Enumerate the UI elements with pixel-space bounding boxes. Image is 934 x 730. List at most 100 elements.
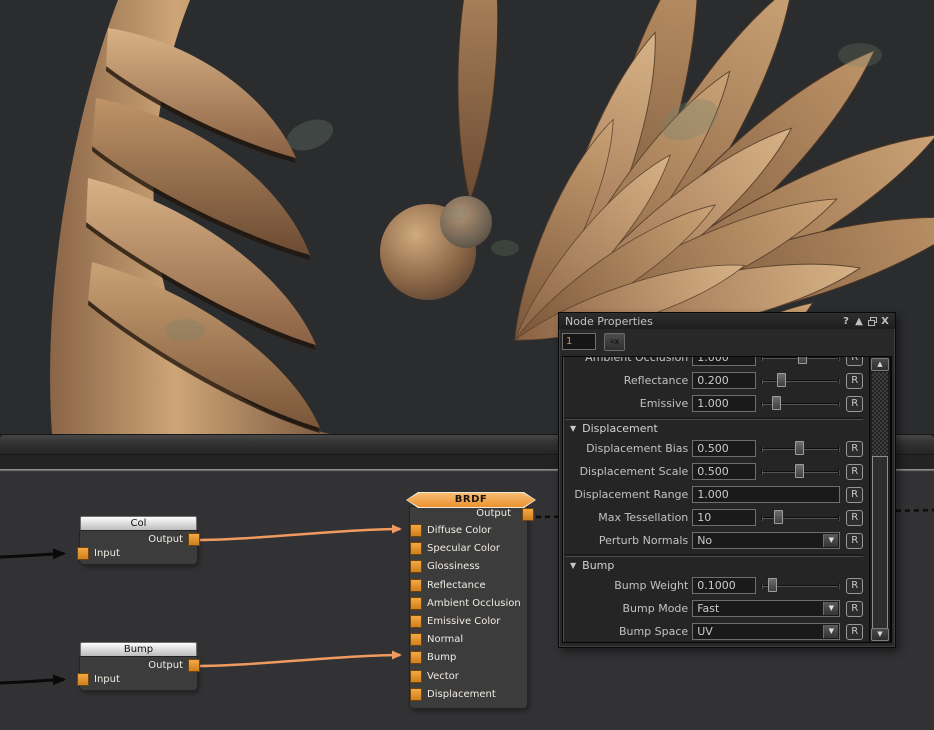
slider-thumb[interactable] — [798, 356, 807, 364]
node-col[interactable]: Col Output Input — [80, 516, 197, 564]
brdf-input-normal[interactable]: Normal — [410, 631, 527, 649]
panel-toolbar: ≡x — [559, 329, 895, 354]
brdf-input-bump[interactable]: Bump — [410, 649, 527, 667]
index-input[interactable] — [562, 333, 596, 350]
max-tessellation-slider[interactable] — [760, 509, 840, 526]
scroll-up-button[interactable]: ▲ — [871, 358, 889, 371]
slider-thumb[interactable] — [777, 373, 786, 387]
emissive-slider[interactable] — [760, 395, 840, 412]
emissive-field[interactable]: 1.000 — [692, 395, 756, 412]
displacement-scale-reset-button[interactable]: R — [846, 464, 863, 480]
brdf-input-label: Ambient Occlusion — [427, 598, 521, 609]
slider-thumb[interactable] — [768, 578, 777, 592]
brdf-input-specular-color[interactable]: Specular Color — [410, 540, 527, 558]
titlebar-buttons: ?▲ X — [839, 316, 891, 328]
panel-scrollbar[interactable]: ▲ ▼ — [869, 356, 891, 643]
dropdown-button[interactable]: ▼ — [823, 602, 838, 615]
brdf-ambient-occlusion-port[interactable] — [410, 597, 422, 610]
reflectance-label: Reflectance — [565, 374, 692, 387]
displacement-scale-field[interactable]: 0.500 — [692, 463, 756, 480]
section-displacement[interactable]: ▼Displacement — [565, 419, 863, 437]
brdf-glossiness-port[interactable] — [410, 560, 422, 573]
brdf-vector-port[interactable] — [410, 670, 422, 683]
brdf-bump-port[interactable] — [410, 651, 422, 664]
perturb-normals-label: Perturb Normals — [565, 534, 692, 547]
brdf-input-emissive-color[interactable]: Emissive Color — [410, 613, 527, 631]
slider-thumb[interactable] — [795, 441, 804, 455]
bump-mode-dropdown[interactable]: Fast▼ — [692, 600, 840, 617]
bump-space-dropdown[interactable]: UV▼ — [692, 623, 840, 640]
ambient-occlusion-field[interactable]: 1.000 — [692, 356, 756, 366]
bump-space-reset-button[interactable]: R — [846, 624, 863, 640]
node-brdf-title: BRDF — [407, 493, 535, 507]
col-input-port[interactable] — [77, 547, 89, 560]
displacement-bias-reset-button[interactable]: R — [846, 441, 863, 457]
restore-icon — [868, 317, 877, 326]
node-properties-panel[interactable]: Node Properties ?▲X ≡x Ambient Occlusion… — [558, 312, 896, 648]
displacement-range-field[interactable]: 1.000 — [692, 486, 840, 503]
scroll-down-button[interactable]: ▼ — [871, 628, 889, 641]
brdf-input-diffuse-color[interactable]: Diffuse Color — [410, 522, 527, 540]
bump-weight-slider[interactable] — [760, 577, 840, 594]
brdf-diffuse-color-port[interactable] — [410, 524, 422, 537]
control-row-bump-space: Bump SpaceUV▼ R — [565, 620, 863, 643]
perturb-normals-reset-button[interactable]: R — [846, 533, 863, 549]
section-bump[interactable]: ▼Bump — [565, 556, 863, 574]
bump-mode-reset-button[interactable]: R — [846, 601, 863, 617]
brdf-input-glossiness[interactable]: Glossiness — [410, 558, 527, 576]
brdf-input-ambient-occlusion[interactable]: Ambient Occlusion — [410, 595, 527, 613]
help-icon: ? — [840, 316, 852, 328]
bump-weight-reset-button[interactable]: R — [846, 578, 863, 594]
brdf-specular-color-port[interactable] — [410, 542, 422, 555]
restore-button[interactable] — [866, 316, 878, 328]
ambient-occlusion-slider[interactable] — [760, 356, 840, 366]
brdf-input-vector[interactable]: Vector — [410, 668, 527, 686]
ambient-occlusion-reset-button[interactable]: R — [846, 356, 863, 366]
reflectance-reset-button[interactable]: R — [846, 373, 863, 389]
dropdown-button[interactable]: ▼ — [823, 625, 838, 638]
scrollbar-thumb[interactable] — [872, 456, 888, 630]
reflectance-slider[interactable] — [760, 372, 840, 389]
brdf-input-reflectance[interactable]: Reflectance — [410, 577, 527, 595]
brdf-reflectance-port[interactable] — [410, 579, 422, 592]
node-bump[interactable]: Bump Output Input — [80, 642, 197, 690]
node-col-title[interactable]: Col — [80, 516, 197, 531]
index-tool-button[interactable]: ≡x — [604, 333, 625, 351]
bump-input-port[interactable] — [77, 673, 89, 686]
bump-output-port[interactable] — [188, 659, 200, 672]
displacement-bias-slider[interactable] — [760, 440, 840, 457]
reflectance-field[interactable]: 0.200 — [692, 372, 756, 389]
dropdown-button[interactable]: ▼ — [823, 534, 838, 547]
brdf-displacement-port[interactable] — [410, 688, 422, 701]
help-button[interactable]: ? — [840, 316, 852, 328]
slider-thumb[interactable] — [774, 510, 783, 524]
displacement-range-reset-button[interactable]: R — [846, 487, 863, 503]
collapse-button[interactable]: ▲ — [853, 316, 865, 328]
brdf-input-label: Normal — [427, 634, 463, 645]
displacement-scale-slider[interactable] — [760, 463, 840, 480]
node-bump-title[interactable]: Bump — [80, 642, 197, 657]
slider-thumb[interactable] — [772, 396, 781, 410]
node-brdf[interactable]: Output Diffuse ColorSpecular ColorGlossi… — [410, 507, 527, 708]
brdf-output-port[interactable] — [522, 508, 534, 521]
close-button[interactable]: X — [879, 316, 891, 328]
displacement-range-label: Displacement Range — [565, 488, 692, 501]
bump-space-label: Bump Space — [565, 625, 692, 638]
brdf-normal-port[interactable] — [410, 633, 422, 646]
dropdown-value: No — [697, 534, 712, 547]
displacement-bias-field[interactable]: 0.500 — [692, 440, 756, 457]
slider-thumb[interactable] — [795, 464, 804, 478]
max-tessellation-field[interactable]: 10 — [692, 509, 756, 526]
scrollbar-track[interactable] — [872, 372, 888, 627]
max-tessellation-reset-button[interactable]: R — [846, 510, 863, 526]
bump-mode-label: Bump Mode — [565, 602, 692, 615]
brdf-input-displacement[interactable]: Displacement — [410, 686, 527, 704]
perturb-normals-dropdown[interactable]: No ▼ — [692, 532, 840, 549]
panel-titlebar[interactable]: Node Properties ?▲X — [559, 313, 895, 329]
control-row-displacement-scale: Displacement Scale0.500R — [565, 460, 863, 483]
col-output-port[interactable] — [188, 533, 200, 546]
bump-weight-field[interactable]: 0.1000 — [692, 577, 756, 594]
brdf-emissive-color-port[interactable] — [410, 615, 422, 628]
emissive-reset-button[interactable]: R — [846, 396, 863, 412]
node-brdf-header[interactable]: BRDF — [406, 492, 536, 508]
